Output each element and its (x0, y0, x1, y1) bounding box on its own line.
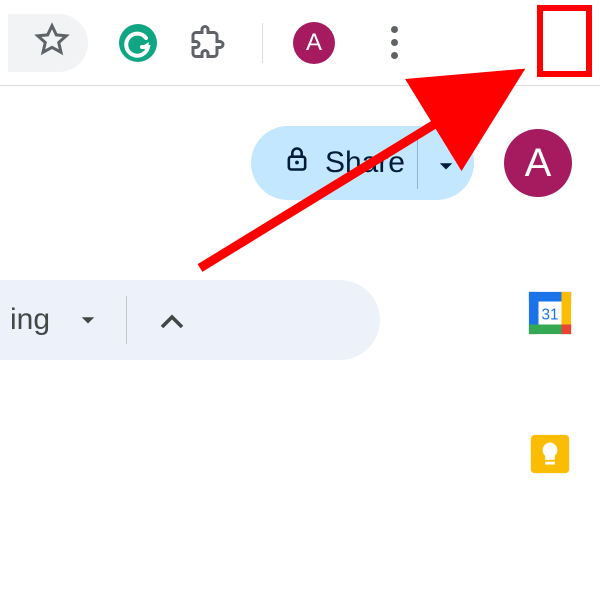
share-button-main[interactable]: Share (251, 126, 417, 200)
caret-down-icon (80, 310, 96, 331)
extensions-puzzle-icon[interactable] (188, 23, 228, 63)
side-panel: 31 (500, 240, 600, 482)
google-account-avatar[interactable]: A (504, 129, 572, 197)
app-header: Share A (0, 85, 600, 240)
share-button[interactable]: Share (251, 126, 474, 200)
svg-text:31: 31 (541, 307, 558, 324)
lock-icon (283, 145, 311, 181)
collapse-toolbar-button[interactable] (127, 303, 217, 337)
annotation-highlight-box (537, 5, 592, 77)
toolbar-separator (262, 23, 263, 63)
mode-selector-pill: ing (0, 280, 380, 360)
caret-down-icon (437, 146, 455, 180)
bookmark-star-icon[interactable] (34, 22, 70, 63)
avatar-initial: A (306, 29, 322, 57)
document-main: ing (0, 240, 500, 482)
grammarly-extension-icon[interactable] (118, 23, 158, 63)
avatar-initial: A (525, 141, 552, 186)
chrome-profile-avatar[interactable]: A (293, 22, 335, 64)
url-bar-tail (8, 14, 88, 72)
document-area: ing 31 (0, 240, 600, 482)
google-keep-icon[interactable] (527, 431, 573, 482)
mode-label: ing (0, 303, 50, 337)
chevron-up-icon (160, 303, 184, 337)
more-vertical-icon (391, 26, 398, 33)
google-calendar-icon[interactable]: 31 (527, 290, 573, 341)
browser-toolbar: A (0, 0, 600, 85)
share-label: Share (325, 146, 405, 180)
share-dropdown-button[interactable] (418, 126, 474, 200)
chrome-menu-button[interactable] (375, 24, 413, 62)
mode-selector[interactable]: ing (0, 280, 126, 360)
